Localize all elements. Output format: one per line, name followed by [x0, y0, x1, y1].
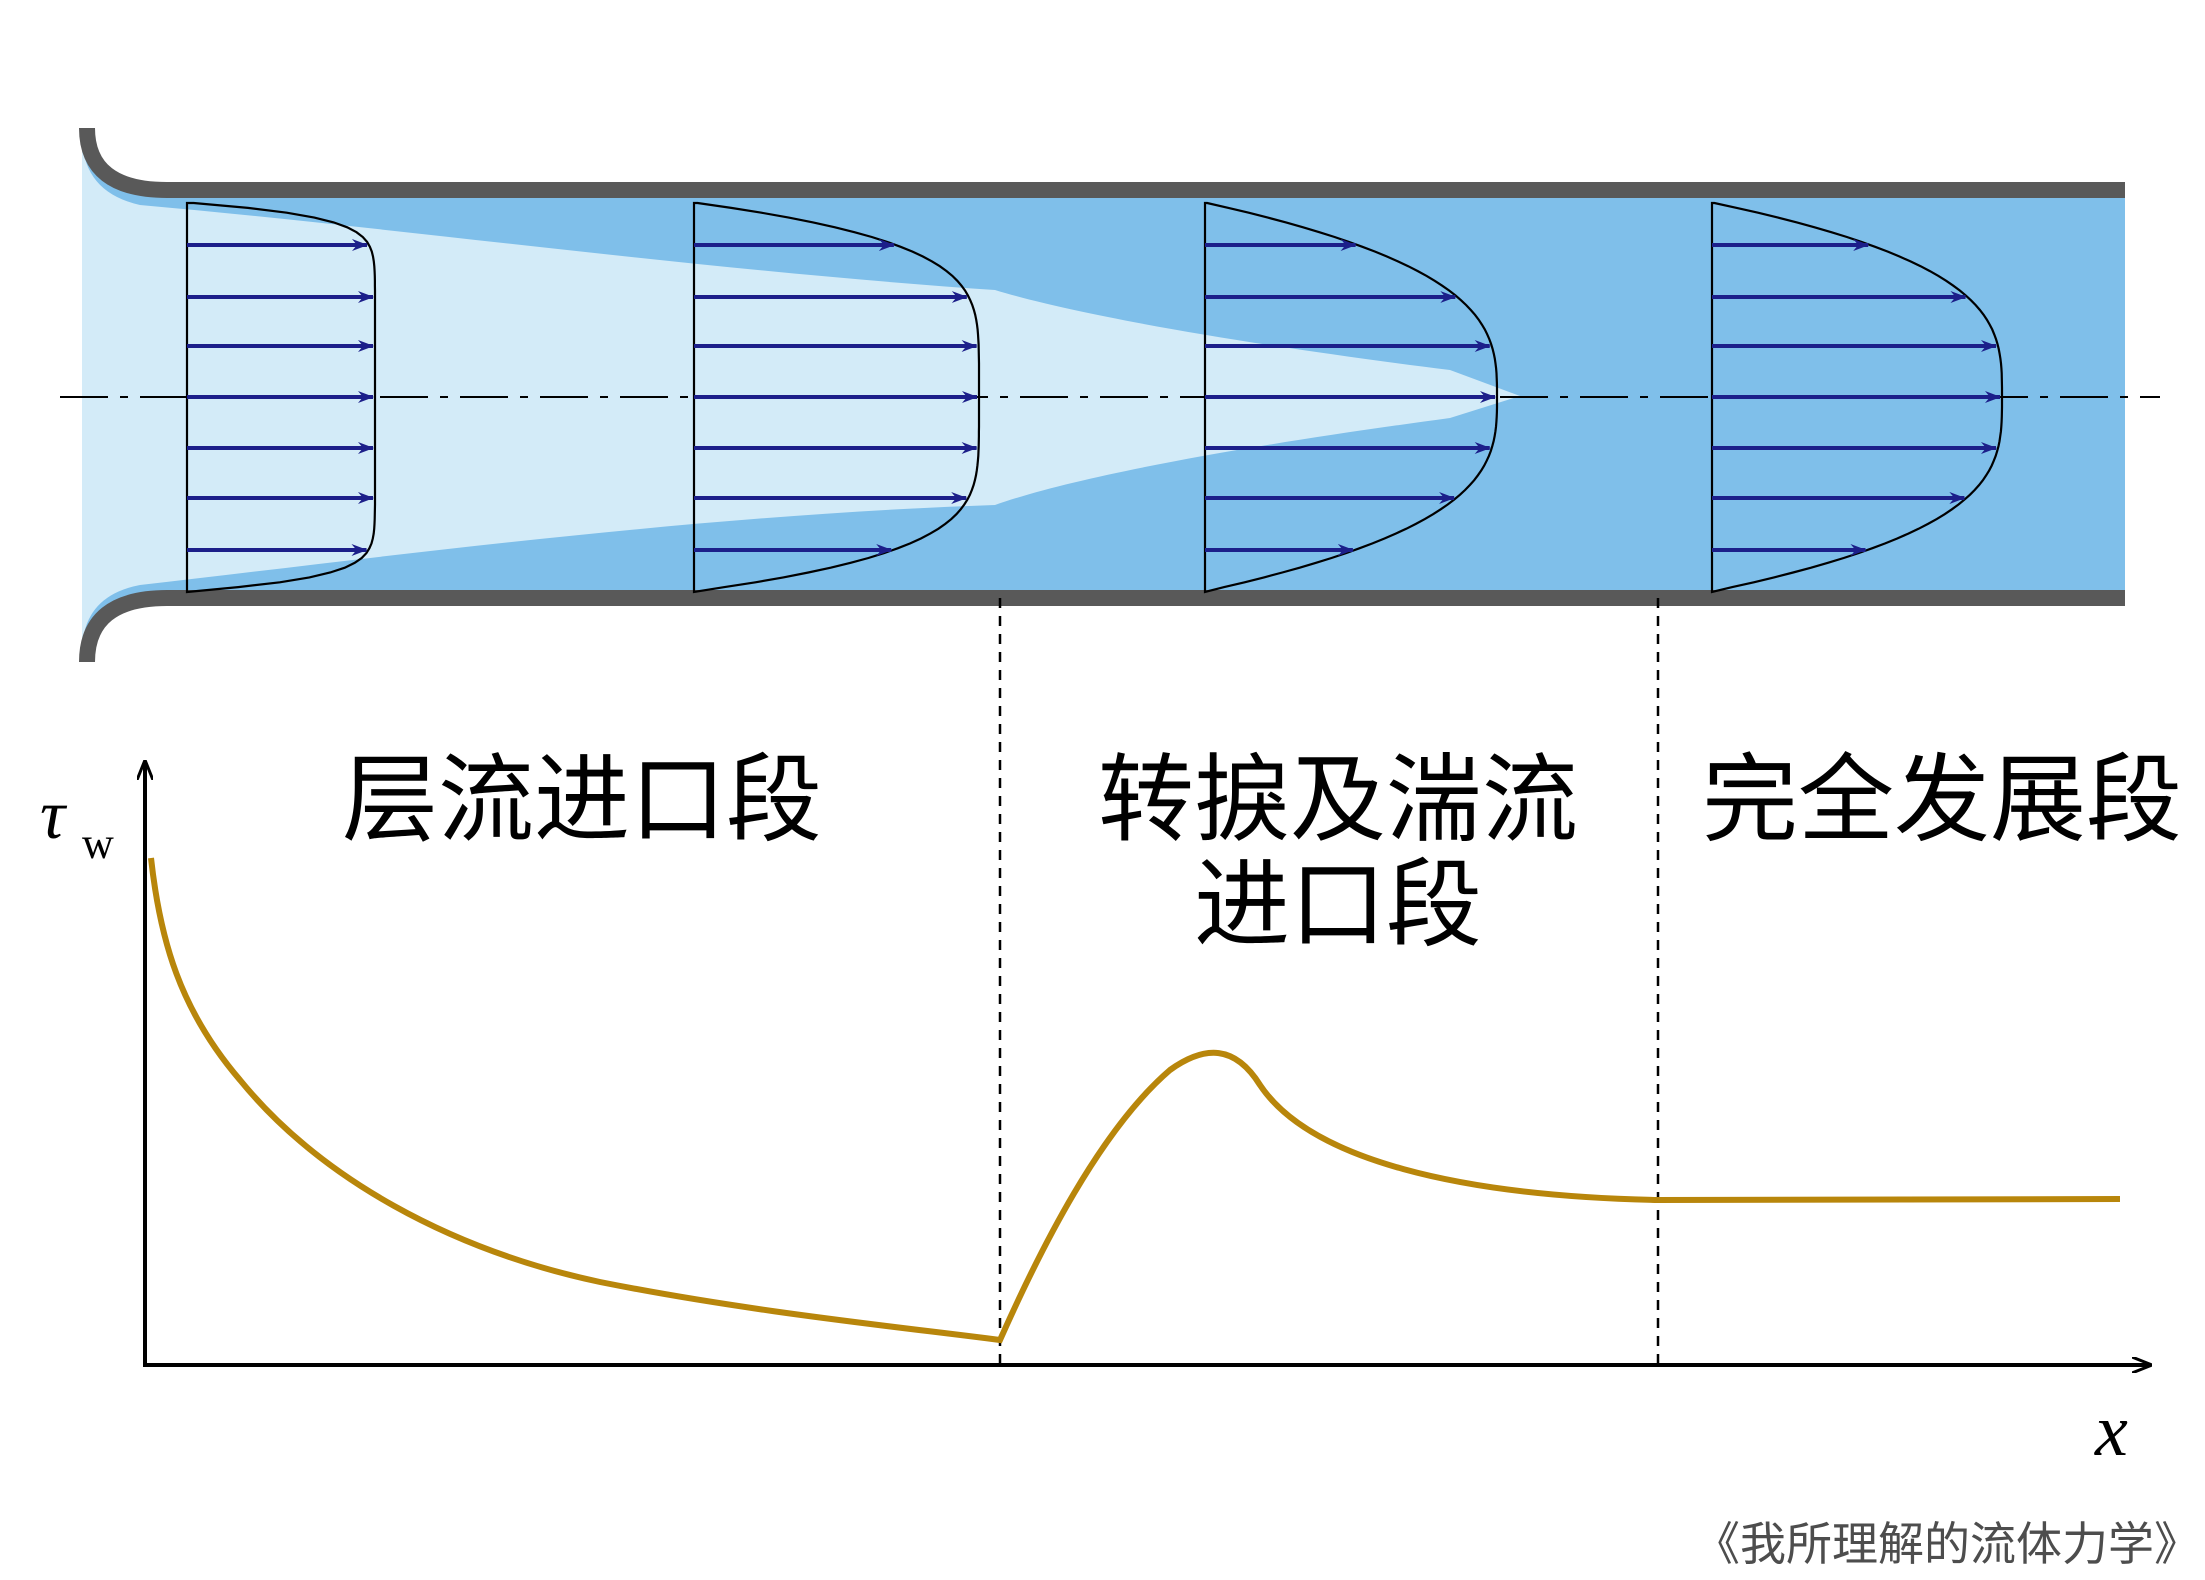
pipe-wall-top — [79, 127, 2125, 198]
shear-stress-plot: τ w x — [40, 762, 2150, 1472]
wall-shear-stress-curve — [148, 857, 2121, 1344]
y-axis-symbol: τ — [40, 777, 68, 854]
label-laminar-entrance: 层流进口段 — [342, 744, 822, 856]
pipe — [60, 127, 2160, 663]
pipe-wall-bottom — [79, 590, 2125, 663]
label-transition-line2: 进口段 — [1194, 849, 1482, 961]
label-transition-line1: 转捩及湍流 — [1098, 744, 1578, 856]
label-fully-developed: 完全发展段 — [1702, 744, 2182, 856]
y-axis-subscript: w — [82, 819, 114, 868]
book-credit: 《我所理解的流体力学》 — [1694, 1517, 2200, 1571]
diagram: 层流进口段 转捩及湍流 进口段 完全发展段 τ w x 《我所理解的流体力学》 — [0, 0, 2205, 1575]
pipe-entrance-flow-diagram: 层流进口段 转捩及湍流 进口段 完全发展段 τ w x 《我所理解的流体力学》 — [40, 127, 2200, 1571]
x-axis-symbol: x — [2094, 1390, 2128, 1472]
